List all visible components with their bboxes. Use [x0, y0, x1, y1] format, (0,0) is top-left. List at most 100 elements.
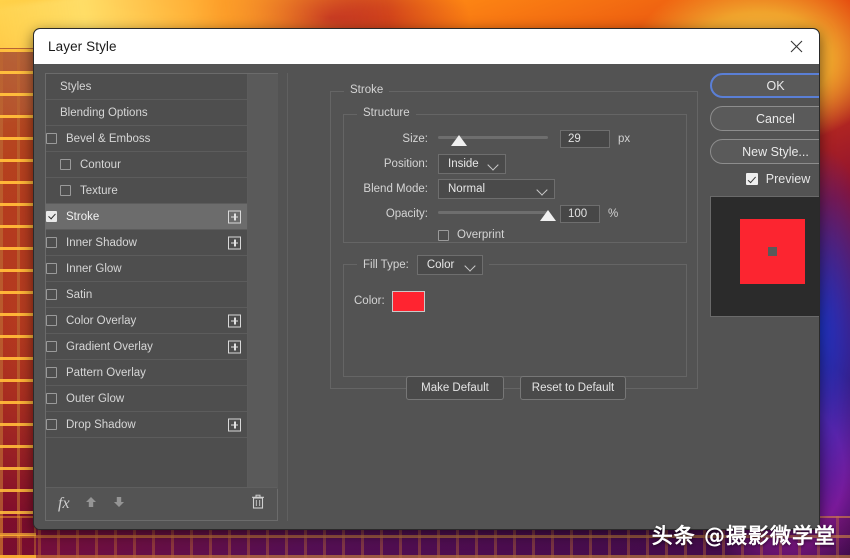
styles-footer-toolbar: fx: [46, 487, 277, 520]
layer-style-dialog: Layer Style Styles Blending Options Bevel …: [33, 28, 820, 530]
style-row-contour[interactable]: Contour: [46, 152, 247, 178]
preview-center-dot: [768, 247, 777, 256]
dialog-body: Styles Blending Options Bevel & Emboss Cont…: [34, 64, 819, 529]
color-label: Color:: [354, 295, 385, 307]
arrow-up-icon[interactable]: [84, 495, 98, 514]
opacity-row: Opacity: 100 %: [344, 204, 674, 224]
opacity-label: Opacity:: [385, 208, 428, 220]
styles-list-scrollbar[interactable]: [247, 74, 278, 489]
style-checkbox[interactable]: [46, 393, 57, 404]
stroke-group-title: Stroke: [344, 84, 390, 96]
arrow-down-icon[interactable]: [112, 495, 126, 514]
fx-icon[interactable]: fx: [58, 495, 70, 513]
style-row-outer-glow[interactable]: Outer Glow: [46, 386, 247, 412]
style-row-stroke[interactable]: Stroke: [46, 204, 247, 230]
style-checkbox[interactable]: [46, 133, 57, 144]
style-checkbox[interactable]: [46, 211, 57, 222]
style-row-pattern-overlay[interactable]: Pattern Overlay: [46, 360, 247, 386]
preview-toggle[interactable]: Preview: [710, 172, 819, 186]
style-row-label: Gradient Overlay: [66, 340, 153, 353]
style-checkbox[interactable]: [46, 315, 57, 326]
opacity-slider[interactable]: [438, 206, 556, 222]
new-style-button[interactable]: New Style...: [710, 139, 819, 164]
add-effect-plus-icon[interactable]: [228, 418, 241, 431]
opacity-input[interactable]: 100: [560, 205, 600, 223]
size-input[interactable]: 29: [560, 130, 610, 148]
style-row-label: Contour: [80, 158, 121, 171]
styles-list[interactable]: Styles Blending Options Bevel & Emboss Cont…: [46, 74, 247, 489]
style-checkbox[interactable]: [46, 237, 57, 248]
size-unit: px: [618, 133, 631, 145]
preview-label: Preview: [765, 172, 811, 186]
style-row-color-overlay[interactable]: Color Overlay: [46, 308, 247, 334]
blend-mode-row: Blend Mode: Normal: [344, 179, 674, 199]
add-effect-plus-icon[interactable]: [228, 340, 241, 353]
style-row-drop-shadow[interactable]: Drop Shadow: [46, 412, 247, 438]
style-row-label: Bevel & Emboss: [66, 132, 151, 145]
add-effect-plus-icon[interactable]: [228, 314, 241, 327]
position-select[interactable]: Inside: [438, 154, 506, 174]
reset-to-default-button[interactable]: Reset to Default: [520, 376, 626, 400]
watermark-text: 头条 @摄影微学堂: [651, 524, 836, 548]
style-checkbox[interactable]: [46, 289, 57, 300]
blend-mode-select[interactable]: Normal: [438, 179, 555, 199]
size-label: Size:: [402, 133, 428, 145]
fill-type-select[interactable]: Color: [416, 255, 483, 275]
style-row-label: Inner Shadow: [66, 236, 137, 249]
style-checkbox[interactable]: [46, 341, 57, 352]
size-row: Size: 29 px: [344, 129, 674, 149]
style-row-styles[interactable]: Styles: [46, 74, 247, 100]
blend-mode-value: Normal: [448, 183, 486, 195]
style-row-label: Drop Shadow: [66, 418, 136, 431]
chevron-down-icon: [536, 184, 548, 196]
style-row-inner-glow[interactable]: Inner Glow: [46, 256, 247, 282]
screenshot-root: Layer Style Styles Blending Options Bevel …: [0, 0, 850, 558]
size-slider[interactable]: [438, 131, 548, 147]
position-value: Inside: [448, 158, 479, 170]
overprint-row[interactable]: Overprint: [438, 225, 504, 245]
add-effect-plus-icon[interactable]: [228, 210, 241, 223]
overprint-label: Overprint: [457, 229, 505, 241]
structure-group: Structure Size: 29 px Position: Inside B…: [343, 107, 687, 245]
chevron-down-icon: [464, 260, 476, 272]
structure-group-title: Structure: [357, 107, 416, 119]
fill-type-header: Fill Type: Color: [357, 255, 489, 275]
style-row-inner-shadow[interactable]: Inner Shadow: [46, 230, 247, 256]
make-default-button[interactable]: Make Default: [406, 376, 504, 400]
close-icon[interactable]: [773, 29, 819, 64]
cancel-button[interactable]: Cancel: [710, 106, 819, 131]
ok-button[interactable]: OK: [710, 73, 819, 98]
style-row-bevel-emboss[interactable]: Bevel & Emboss: [46, 126, 247, 152]
fill-type-label: Fill Type:: [363, 259, 409, 271]
preview-checkbox[interactable]: [745, 173, 758, 185]
opacity-slider-thumb[interactable]: [540, 210, 556, 221]
style-row-gradient-overlay[interactable]: Gradient Overlay: [46, 334, 247, 360]
style-row-satin[interactable]: Satin: [46, 282, 247, 308]
stroke-group: Stroke Structure Size: 29 px Position: I…: [330, 84, 698, 400]
position-row: Position: Inside: [344, 154, 674, 174]
style-row-label: Satin: [66, 288, 93, 301]
size-slider-thumb[interactable]: [450, 135, 467, 146]
trash-icon[interactable]: [251, 494, 265, 515]
blend-mode-label: Blend Mode:: [363, 183, 428, 195]
style-checkbox[interactable]: [46, 263, 57, 274]
style-row-label: Outer Glow: [66, 392, 125, 405]
position-label: Position:: [383, 158, 428, 170]
style-row-texture[interactable]: Texture: [46, 178, 247, 204]
style-row-label: Styles: [60, 80, 92, 93]
style-checkbox[interactable]: [46, 367, 57, 378]
overprint-checkbox[interactable]: [438, 229, 449, 241]
background-brick-texture-left: [0, 48, 36, 558]
right-button-column: OK Cancel New Style... Preview: [710, 73, 819, 317]
opacity-slider-track: [438, 211, 548, 214]
style-checkbox[interactable]: [60, 185, 71, 196]
style-row-blending-options[interactable]: Blending Options: [46, 100, 247, 126]
style-checkbox[interactable]: [60, 159, 71, 170]
add-effect-plus-icon[interactable]: [228, 236, 241, 249]
style-row-label: Stroke: [66, 210, 100, 223]
style-row-label: Inner Glow: [66, 262, 122, 275]
styles-panel: Styles Blending Options Bevel & Emboss Cont…: [45, 73, 278, 521]
style-checkbox[interactable]: [46, 419, 57, 430]
color-swatch[interactable]: [391, 290, 425, 312]
style-row-label: Texture: [80, 184, 118, 197]
